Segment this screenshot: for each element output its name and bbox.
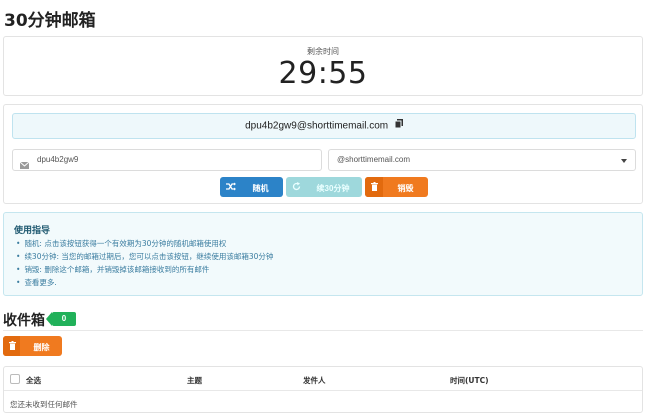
mail-table: 全选 主题 发件人 时间(UTC) 您还未收到任何邮件 (3, 366, 643, 413)
domain-select[interactable]: @shorttimemail.com (328, 149, 636, 171)
inbox-title: 收件箱 (3, 313, 45, 329)
guide-list: 随机: 点击该按钮获得一个有效期为30分钟的随机邮箱使用权 续30分钟: 当您的… (16, 237, 273, 289)
mail-table-header: 全选 主题 发件人 时间(UTC) (4, 367, 642, 391)
domain-value: @shorttimemail.com (337, 155, 411, 164)
extend-button[interactable]: 续30分钟 (286, 177, 362, 197)
envelope-icon (19, 156, 30, 174)
random-button-label: 随机 (252, 184, 269, 193)
email-address-box[interactable]: dpu4b2gw9@shorttimemail.com (12, 113, 636, 139)
column-sender: 发件人 (303, 376, 326, 385)
divider (3, 330, 643, 331)
extend-button-label: 续30分钟 (316, 184, 350, 193)
guide-title: 使用指导 (14, 226, 51, 236)
usage-guide: 使用指导 随机: 点击该按钮获得一个有效期为30分钟的随机邮箱使用权 续30分钟… (3, 212, 643, 296)
empty-inbox-message: 您还未收到任何邮件 (10, 400, 78, 409)
guide-item: 随机: 点击该按钮获得一个有效期为30分钟的随机邮箱使用权 (16, 237, 273, 250)
guide-more-link[interactable]: 查看更多. (16, 276, 273, 289)
username-value: dpu4b2gw9 (37, 155, 79, 164)
select-all-checkbox[interactable] (10, 374, 20, 384)
column-subject: 主题 (187, 376, 202, 385)
guide-item: 销毁: 删除这个邮箱，并销毁掉该邮箱接收到的所有邮件 (16, 263, 273, 276)
chevron-down-icon (621, 159, 627, 163)
column-time: 时间(UTC) (450, 376, 489, 385)
email-card: dpu4b2gw9@shorttimemail.com dpu4b2gw9 @s… (3, 104, 643, 204)
timer-value: 29:55 (278, 56, 368, 91)
inbox-count: 0 (61, 314, 67, 323)
random-button[interactable]: 随机 (220, 177, 283, 197)
destroy-button[interactable]: 销毁 (365, 177, 428, 197)
username-input[interactable]: dpu4b2gw9 (12, 149, 322, 171)
column-select-all[interactable]: 全选 (26, 375, 41, 386)
inbox-count-badge: 0 (46, 312, 76, 326)
delete-button[interactable]: 删除 (3, 336, 62, 356)
delete-button-label: 删除 (33, 343, 50, 352)
copy-icon[interactable] (394, 114, 403, 138)
destroy-button-label: 销毁 (397, 184, 414, 193)
page-title: 30分钟邮箱 (4, 11, 96, 31)
guide-item: 续30分钟: 当您的邮箱过期后，您可以点击该按钮，继续使用该邮箱30分钟 (16, 250, 273, 263)
email-address: dpu4b2gw9@shorttimemail.com (245, 120, 389, 132)
timer-card: 剩余时间 29:55 (3, 36, 643, 96)
